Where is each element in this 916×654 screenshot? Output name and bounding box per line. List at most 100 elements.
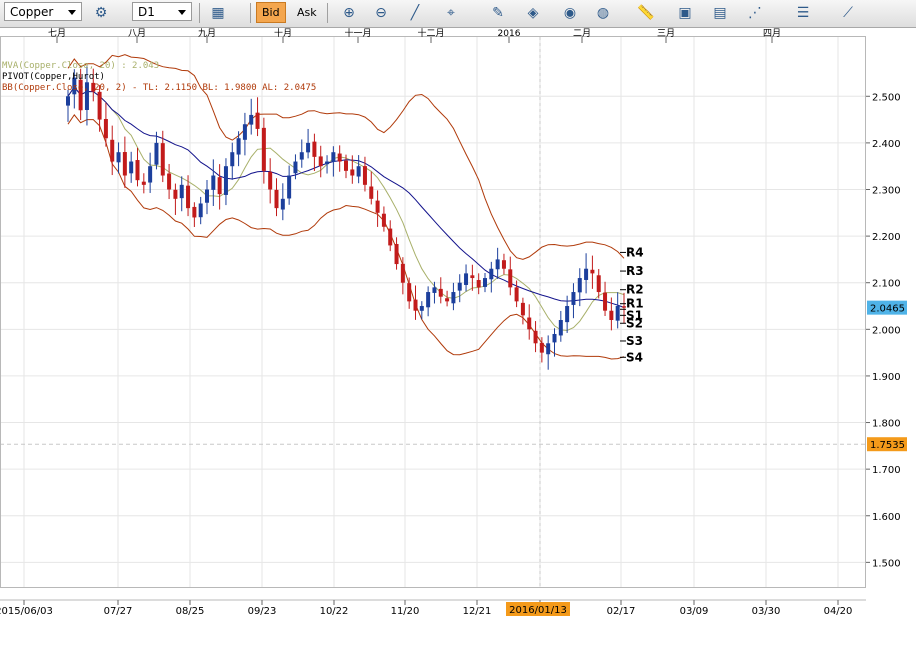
pivot-label: R4 bbox=[626, 245, 644, 259]
y-tick-label: 1.700 bbox=[872, 465, 901, 476]
globe-icon[interactable]: ◍ bbox=[590, 1, 616, 25]
candle-body bbox=[369, 186, 374, 199]
y-tick-label: 2.400 bbox=[872, 139, 901, 150]
candle-body bbox=[388, 228, 393, 246]
candle-body bbox=[501, 260, 506, 269]
y-tick-label: 1.800 bbox=[872, 419, 901, 430]
candle-body bbox=[546, 343, 551, 355]
indicator-list-icon[interactable]: ☰ bbox=[790, 1, 816, 25]
candle-body bbox=[577, 278, 582, 293]
candle-body bbox=[457, 282, 462, 291]
x-top-label: 四月 bbox=[763, 28, 781, 39]
candle-body bbox=[306, 142, 311, 153]
legend-entry: PIVOT(Copper,Hurot) bbox=[2, 72, 105, 82]
candle-body bbox=[66, 96, 70, 106]
x-top-label: 十二月 bbox=[417, 28, 444, 39]
chart-background bbox=[0, 28, 916, 654]
trendline-icon[interactable]: ⟋ bbox=[835, 1, 861, 25]
candle-body bbox=[495, 259, 500, 270]
candle-body bbox=[508, 269, 513, 288]
candle-body bbox=[230, 152, 235, 167]
x-tick-label: 09/23 bbox=[248, 606, 277, 617]
candle-body bbox=[148, 166, 153, 183]
pivot-label: S2 bbox=[626, 316, 643, 330]
x-top-label: 二月 bbox=[573, 28, 591, 39]
symbol-select[interactable]: Copper bbox=[4, 2, 82, 21]
eye-icon[interactable]: ◉ bbox=[557, 1, 583, 25]
candle-body bbox=[527, 317, 532, 330]
candle-body bbox=[242, 124, 247, 140]
separator bbox=[250, 3, 251, 23]
x-tick-label: 03/09 bbox=[680, 606, 709, 617]
x-tick-label: 2015/06/03 bbox=[0, 606, 53, 617]
candle-body bbox=[400, 263, 405, 283]
line-icon[interactable]: ╱ bbox=[402, 1, 428, 25]
candle-body bbox=[255, 112, 260, 129]
pivot-icon[interactable]: ◈ bbox=[520, 1, 546, 25]
candle-body bbox=[186, 185, 191, 209]
candle-body bbox=[489, 268, 494, 280]
y-tick-label: 1.900 bbox=[872, 372, 901, 383]
y-tick-label: 2.100 bbox=[872, 279, 901, 290]
ruler-icon[interactable]: 📏 bbox=[633, 1, 659, 25]
price-chart[interactable]: R4R3R2R1S1S2S3S4 1.5001.6001.7001.8001.9… bbox=[0, 28, 916, 654]
template-icon[interactable]: ▤ bbox=[707, 1, 733, 25]
x-top-label: 八月 bbox=[128, 28, 146, 39]
candle-body bbox=[179, 184, 184, 199]
cursor-icon[interactable]: ⌖ bbox=[438, 1, 464, 25]
drawing-icon[interactable]: ✎ bbox=[485, 1, 511, 25]
pivot-label: R2 bbox=[626, 283, 644, 297]
chevron-down-icon bbox=[178, 10, 186, 15]
separator bbox=[199, 3, 200, 23]
candle-body bbox=[249, 114, 254, 125]
candle-body bbox=[615, 306, 620, 321]
timeframe-select[interactable]: D1 bbox=[132, 2, 192, 21]
y-tick-label: 1.500 bbox=[872, 558, 901, 569]
candle-body bbox=[381, 213, 386, 227]
candle-body bbox=[394, 243, 399, 265]
candle-body bbox=[533, 330, 538, 344]
candle-body bbox=[565, 306, 570, 323]
candle-body bbox=[261, 127, 266, 171]
candle-body bbox=[173, 189, 178, 199]
candle-body bbox=[514, 287, 519, 302]
symbol-value: Copper bbox=[10, 5, 54, 19]
bid-button[interactable]: Bid bbox=[256, 2, 286, 23]
candle-body bbox=[110, 139, 115, 162]
candle-body bbox=[426, 292, 431, 308]
candle-body bbox=[141, 181, 146, 185]
y-tick-label: 1.600 bbox=[872, 512, 901, 523]
candle-body bbox=[97, 91, 102, 120]
fibonacci-icon[interactable]: ⋰ bbox=[742, 1, 768, 25]
chart-type-icon[interactable]: ▦ bbox=[205, 1, 231, 25]
candle-body bbox=[223, 166, 228, 195]
candle-body bbox=[167, 173, 172, 190]
candle-body bbox=[476, 280, 481, 288]
picture-icon[interactable]: ▣ bbox=[672, 1, 698, 25]
cursor-date-label: 2016/01/13 bbox=[509, 605, 567, 616]
candle-body bbox=[198, 203, 203, 218]
zoom-out-icon[interactable]: ⊖ bbox=[368, 1, 394, 25]
candle-body bbox=[268, 171, 273, 190]
candle-body bbox=[287, 175, 292, 199]
candle-body bbox=[299, 152, 304, 160]
ask-button[interactable]: Ask bbox=[292, 2, 322, 23]
x-tick-label: 04/20 bbox=[824, 606, 853, 617]
candle-body bbox=[483, 278, 487, 287]
y-tick-label: 2.500 bbox=[872, 92, 901, 103]
x-top-label: 2016 bbox=[498, 29, 521, 39]
candle-body bbox=[539, 342, 544, 353]
zoom-in-icon[interactable]: ⊕ bbox=[336, 1, 362, 25]
x-tick-label: 07/27 bbox=[104, 606, 133, 617]
candle-body bbox=[312, 141, 317, 157]
x-tick-label: 02/17 bbox=[607, 606, 636, 617]
candle-body bbox=[116, 152, 121, 163]
chart-settings-icon[interactable]: ⚙ bbox=[88, 1, 114, 25]
y-tick-label: 2.200 bbox=[872, 232, 901, 243]
candle-body bbox=[438, 288, 443, 297]
candle-body bbox=[603, 292, 608, 311]
candle-body bbox=[584, 268, 589, 280]
candle-body bbox=[413, 299, 418, 311]
x-tick-label: 12/21 bbox=[463, 606, 492, 617]
timeframe-value: D1 bbox=[138, 5, 155, 19]
